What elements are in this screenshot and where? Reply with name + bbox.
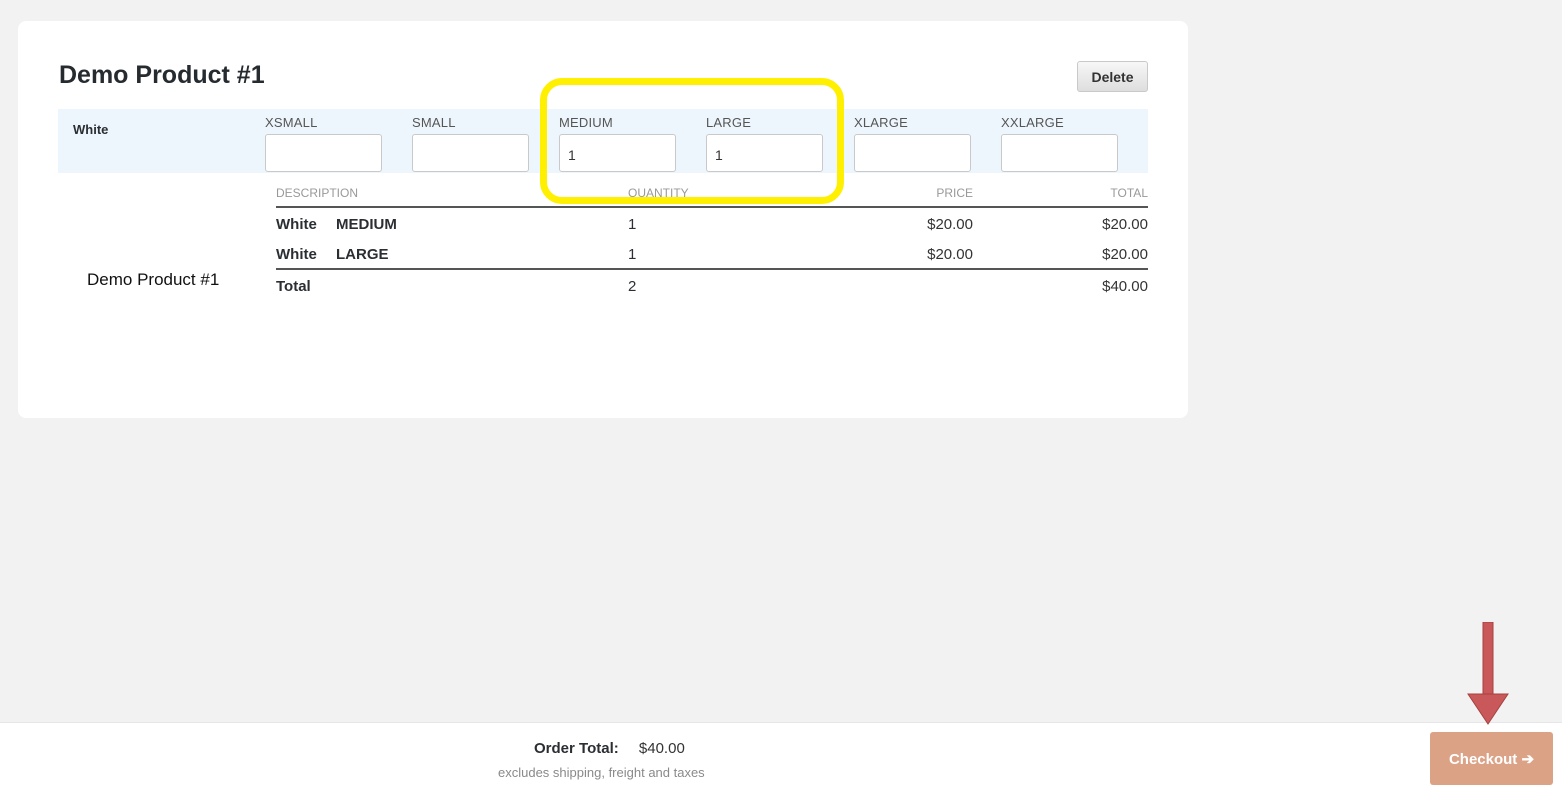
size-cell-xlarge: XLARGE <box>854 114 972 172</box>
size-cell-large: LARGE <box>706 114 824 172</box>
total-label: Total <box>276 278 311 295</box>
size-label: SMALL <box>412 115 456 130</box>
checkout-button[interactable]: Checkout ➔ <box>1430 732 1553 785</box>
product-card: Demo Product #1 Delete White XSMALL SMAL… <box>18 21 1188 418</box>
order-summary-table: DESCRIPTION QUANTITY PRICE TOTAL White ME… <box>276 182 1148 300</box>
row-description: White LARGE <box>276 246 389 263</box>
header-quantity: QUANTITY <box>628 186 689 200</box>
row-size: LARGE <box>336 246 389 263</box>
order-footer: Order Total: $40.00 excludes shipping, f… <box>0 722 1562 785</box>
quantity-input-medium[interactable] <box>559 134 676 172</box>
total-amount: $40.00 <box>1102 278 1148 295</box>
order-total-label: Order Total: <box>534 740 619 757</box>
order-total-value: $40.00 <box>638 740 685 757</box>
color-label: White <box>73 122 109 137</box>
quantity-input-large[interactable] <box>706 134 823 172</box>
total-quantity: 2 <box>628 278 637 295</box>
order-total-note: excludes shipping, freight and taxes <box>498 765 705 780</box>
row-description: White MEDIUM <box>276 216 397 233</box>
header-price: PRICE <box>936 186 973 200</box>
size-cell-small: SMALL <box>412 114 530 172</box>
row-total: $20.00 <box>1102 246 1148 263</box>
row-total: $20.00 <box>1102 216 1148 233</box>
size-label: XLARGE <box>854 115 908 130</box>
delete-button[interactable]: Delete <box>1077 61 1148 92</box>
size-cell-xxlarge: XXLARGE <box>1001 114 1119 172</box>
size-label: MEDIUM <box>559 115 613 130</box>
quantity-input-xxlarge[interactable] <box>1001 134 1118 172</box>
header-description: DESCRIPTION <box>276 186 359 200</box>
size-cell-medium: MEDIUM <box>559 114 677 172</box>
quantity-input-small[interactable] <box>412 134 529 172</box>
order-total: Order Total: $40.00 <box>534 740 685 757</box>
product-title: Demo Product #1 <box>59 61 265 89</box>
row-quantity: 1 <box>628 246 637 263</box>
size-label: XXLARGE <box>1001 115 1064 130</box>
summary-total-row: Total 2 $40.00 <box>276 268 1148 300</box>
cart-page: Demo Product #1 Delete White XSMALL SMAL… <box>0 0 1562 785</box>
quantity-input-xsmall[interactable] <box>265 134 382 172</box>
row-price: $20.00 <box>927 216 973 233</box>
summary-header: DESCRIPTION QUANTITY PRICE TOTAL <box>276 182 1148 208</box>
row-size: MEDIUM <box>336 216 397 233</box>
table-row: White LARGE 1 $20.00 $20.00 <box>276 238 1148 268</box>
down-arrow-annotation-icon <box>1467 622 1509 725</box>
quantity-input-xlarge[interactable] <box>854 134 971 172</box>
size-label: XSMALL <box>265 115 318 130</box>
size-label: LARGE <box>706 115 752 130</box>
row-color: White <box>276 246 317 263</box>
row-price: $20.00 <box>927 246 973 263</box>
variant-row: White XSMALL SMALL MEDIUM LARGE XLARGE <box>58 109 1148 173</box>
size-cell-xsmall: XSMALL <box>265 114 383 172</box>
summary-product-name: Demo Product #1 <box>87 270 220 289</box>
header-total: TOTAL <box>1110 186 1148 200</box>
row-color: White <box>276 216 317 233</box>
table-row: White MEDIUM 1 $20.00 $20.00 <box>276 208 1148 238</box>
row-quantity: 1 <box>628 216 637 233</box>
